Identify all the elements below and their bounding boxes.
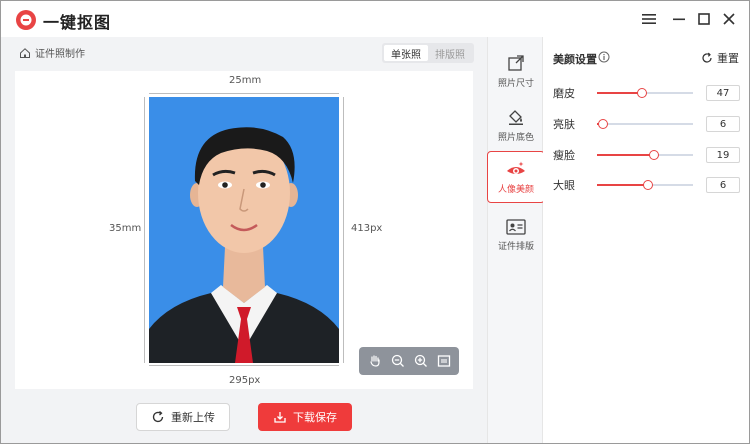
hamburger-menu-icon[interactable]: [639, 9, 659, 29]
slider-slim-face[interactable]: [597, 150, 693, 160]
nav-label: 照片底色: [497, 132, 534, 143]
left-dimension-line: [144, 97, 145, 363]
title-bar: 一键抠图: [1, 1, 749, 37]
download-save-button[interactable]: 下载保存: [258, 403, 352, 431]
nav-label: 证件排版: [497, 241, 534, 252]
toggle-layout-photo[interactable]: 排版照: [428, 45, 472, 61]
zoom-out-icon[interactable]: [389, 352, 407, 370]
slider-label-smoothing: 磨皮: [553, 87, 575, 100]
info-icon[interactable]: [598, 51, 610, 63]
close-icon[interactable]: [719, 9, 739, 29]
slider-handle[interactable]: [649, 150, 659, 160]
nav-photo-background[interactable]: 照片底色: [488, 99, 544, 151]
slider-label-big-eyes: 大眼: [553, 179, 575, 192]
reset-button[interactable]: 重置: [701, 50, 739, 66]
panel-title: 美颜设置: [553, 53, 597, 66]
app-logo-icon: [16, 10, 36, 30]
slider-fill: [597, 184, 648, 186]
reset-label: 重置: [717, 52, 739, 65]
fit-screen-icon[interactable]: [435, 352, 453, 370]
top-dimension-line: [149, 93, 339, 94]
slider-handle[interactable]: [598, 119, 608, 129]
slider-handle[interactable]: [643, 180, 653, 190]
nav-label: 照片尺寸: [497, 78, 534, 89]
breadcrumb[interactable]: 证件照制作: [19, 45, 85, 60]
id-card-icon: [506, 218, 526, 235]
right-dimension-line: [343, 97, 344, 363]
toggle-single-photo[interactable]: 单张照: [384, 45, 428, 61]
download-icon: [274, 412, 286, 423]
slider-fill: [597, 92, 642, 94]
zoom-toolbar: [359, 347, 459, 375]
slider-brighten[interactable]: [597, 119, 693, 129]
slider-handle[interactable]: [637, 88, 647, 98]
resize-icon: [508, 54, 524, 71]
value-brighten[interactable]: 6: [706, 116, 740, 132]
home-icon: [20, 47, 30, 58]
paint-bucket-icon: [509, 109, 523, 125]
refresh-icon: [152, 411, 164, 423]
nav-photo-size[interactable]: 照片尺寸: [488, 45, 544, 97]
minimize-icon[interactable]: [669, 9, 689, 29]
app-window: 一键抠图 证件照制作 单张照 排版照 25mm 35mm 413px 295px…: [0, 0, 750, 444]
slider-fill: [597, 154, 654, 156]
maximize-icon[interactable]: [694, 9, 714, 29]
slider-smoothing[interactable]: [597, 88, 693, 98]
value-smoothing[interactable]: 47: [706, 85, 740, 101]
nav-id-layout[interactable]: 证件排版: [488, 209, 544, 261]
portrait-illustration: [149, 97, 339, 363]
breadcrumb-label: 证件照制作: [35, 49, 85, 60]
hand-pan-icon[interactable]: [366, 352, 384, 370]
slider-big-eyes[interactable]: [597, 180, 693, 190]
slider-label-slim-face: 瘦脸: [553, 149, 575, 162]
height-mm-label: 35mm: [109, 223, 142, 234]
value-big-eyes[interactable]: 6: [706, 177, 740, 193]
width-mm-label: 25mm: [229, 75, 262, 86]
value-slim-face[interactable]: 19: [706, 147, 740, 163]
app-title: 一键抠图: [43, 13, 112, 32]
slider-label-brighten: 亮肤: [553, 118, 575, 131]
view-toggle: 单张照 排版照: [382, 43, 474, 63]
workspace: 证件照制作 单张照 排版照 25mm 35mm 413px 295px 重新上传…: [1, 37, 487, 443]
beauty-settings-panel: 美颜设置 重置 磨皮 47 亮肤 6 瘦脸 19 大眼 6: [543, 37, 749, 443]
width-px-label: 295px: [229, 375, 261, 386]
nav-label: 人像美颜: [497, 184, 534, 195]
zoom-in-icon[interactable]: [412, 352, 430, 370]
tool-nav: 照片尺寸 照片底色 人像美颜 证件排版: [487, 37, 545, 443]
photo-canvas: 25mm 35mm 413px 295px: [15, 71, 473, 389]
reupload-button[interactable]: 重新上传: [136, 403, 230, 431]
bottom-dimension-line: [149, 365, 339, 366]
reset-icon: [702, 52, 712, 63]
id-photo: [149, 97, 339, 363]
beauty-eye-icon: [507, 161, 525, 174]
reupload-label: 重新上传: [171, 411, 215, 424]
height-px-label: 413px: [351, 223, 383, 234]
nav-portrait-beauty[interactable]: 人像美颜: [487, 151, 545, 203]
download-label: 下载保存: [293, 411, 337, 424]
